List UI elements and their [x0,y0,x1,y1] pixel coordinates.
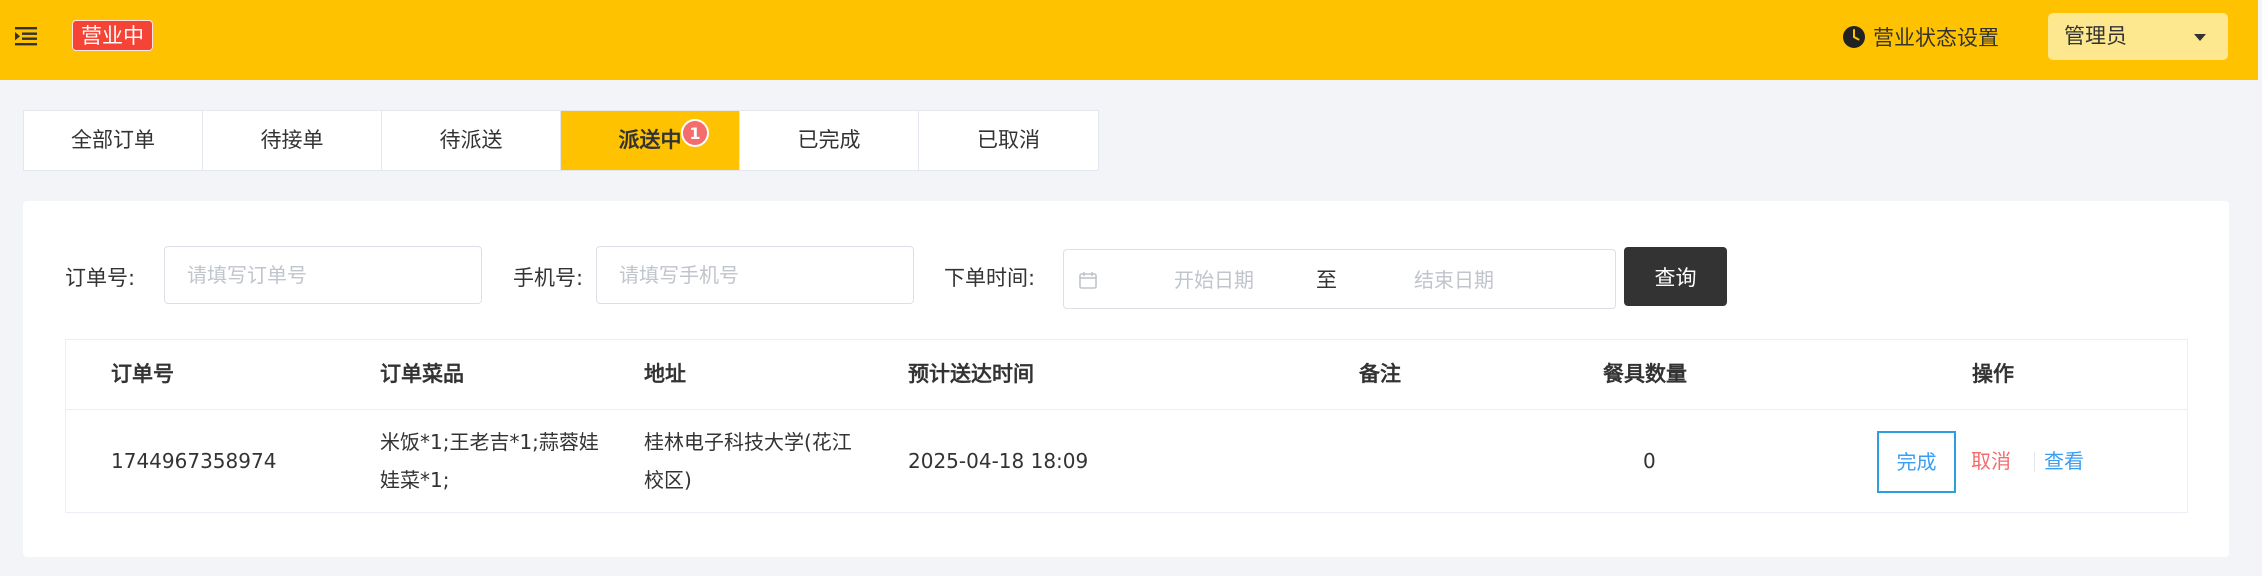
column-header: 操作 [1972,362,2014,386]
column-header: 预计送达时间 [908,362,1034,386]
dishes-cell: 米饭*1;王老吉*1;蒜蓉娃 娃菜*1; [380,423,599,499]
cancel-button[interactable]: 取消 [1971,446,2011,476]
tab-label: 已取消 [977,128,1040,152]
column-header: 地址 [644,362,686,386]
eta-cell: 2025-04-18 18:09 [908,449,1089,473]
complete-button[interactable]: 完成 [1877,431,1956,493]
phone-label: 手机号: [513,266,584,290]
date-range-picker[interactable]: 至 [1063,249,1616,309]
tab-label: 待接单 [260,128,324,152]
phone-input[interactable] [596,246,914,304]
tab-label: 派送中 [618,128,682,152]
tableware-cell: 0 [1643,449,1656,473]
range-separator: 至 [1316,268,1337,292]
order-no-input[interactable] [164,246,482,304]
column-header: 餐具数量 [1603,362,1687,386]
caret-down-icon [2194,34,2206,41]
query-button[interactable]: 查询 [1624,247,1727,306]
status-setting-label: 营业状态设置 [1873,26,1999,50]
count-badge: 1 [681,119,709,147]
top-header: 营业中 营业状态设置 管理员 [0,0,2258,80]
tab-label: 待派送 [439,128,503,152]
admin-dropdown[interactable]: 管理员 [2048,13,2228,60]
tab-label: 已完成 [797,128,861,152]
tab-all-orders[interactable]: 全部订单 [24,111,203,170]
view-button[interactable]: 查看 [2044,446,2084,476]
action-divider [2034,452,2035,472]
table-row: 1744967358974 米饭*1;王老吉*1;蒜蓉娃 娃菜*1; 桂林电子科… [66,410,2187,513]
business-status-setting-button[interactable]: 营业状态设置 [1842,22,1999,52]
end-date-input[interactable] [1367,262,1541,298]
business-status-tag: 营业中 [72,20,153,51]
address-line: 校区) [644,468,692,492]
start-date-input[interactable] [1127,262,1301,298]
order-no-label: 订单号: [65,266,136,290]
tab-delivering[interactable]: 派送中 1 [561,111,740,170]
tab-label: 全部订单 [71,128,155,152]
menu-fold-icon[interactable] [14,24,38,48]
order-list-card: 订单号: 手机号: 下单时间: 至 查询 订单号 订单菜品 地址 预计送达时间 … [23,201,2229,557]
tab-cancelled[interactable]: 已取消 [919,111,1098,170]
orders-table: 订单号 订单菜品 地址 预计送达时间 备注 餐具数量 操作 1744967358… [65,339,2188,513]
order-status-tabs: 全部订单 待接单 待派送 派送中 1 已完成 已取消 [23,110,1099,171]
calendar-icon [1079,272,1097,289]
column-header: 订单菜品 [380,362,464,386]
tab-pending-accept[interactable]: 待接单 [203,111,382,170]
clock-icon [1843,26,1865,48]
address-line: 桂林电子科技大学(花江 [644,430,852,454]
dishes-line: 米饭*1;王老吉*1;蒜蓉娃 [380,430,599,454]
dishes-line: 娃菜*1; [380,468,450,492]
address-cell: 桂林电子科技大学(花江 校区) [644,423,852,499]
column-header: 订单号 [111,362,174,386]
order-time-label: 下单时间: [944,266,1036,290]
table-header: 订单号 订单菜品 地址 预计送达时间 备注 餐具数量 操作 [66,340,2187,410]
order-no-cell: 1744967358974 [111,449,277,473]
column-header: 备注 [1359,362,1401,386]
tab-pending-delivery[interactable]: 待派送 [382,111,561,170]
admin-label: 管理员 [2064,24,2127,48]
tab-completed[interactable]: 已完成 [740,111,919,170]
